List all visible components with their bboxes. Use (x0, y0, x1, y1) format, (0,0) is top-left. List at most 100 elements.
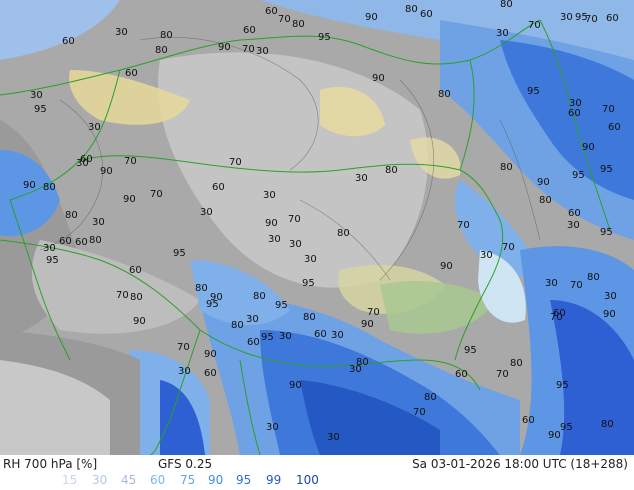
contour-label: 80 (292, 19, 305, 30)
contour-label: 80 (405, 4, 418, 15)
contour-label: 60 (568, 208, 581, 219)
contour-label: 30 (545, 278, 558, 289)
contour-label: 95 (527, 86, 540, 97)
contour-label: 30 (304, 254, 317, 265)
contour-label: 60 (265, 6, 278, 17)
contour-label: 80 (130, 292, 143, 303)
contour-label: 90 (265, 218, 278, 229)
contour-label: 30 (256, 46, 269, 57)
contour-label: 80 (89, 235, 102, 246)
contour-label: 90 (289, 380, 302, 391)
contour-label: 80 (160, 30, 173, 41)
contour-label: 80 (587, 272, 600, 283)
contour-label: 60 (247, 337, 260, 348)
contour-label: 60 (608, 122, 621, 133)
contour-label: 30 (246, 314, 259, 325)
contour-label: 95 (173, 248, 186, 259)
contour-label: 90 (365, 12, 378, 23)
contour-label: 60 (243, 25, 256, 36)
contour-label: 95 (302, 278, 315, 289)
contour-label: 80 (337, 228, 350, 239)
contour-label: 90 (204, 349, 217, 360)
contour-label: 70 (124, 156, 137, 167)
contour-label: 90 (133, 316, 146, 327)
contour-label: 30 (496, 28, 509, 39)
contour-label: 95 (556, 380, 569, 391)
valid-time: Sa 03-01-2026 18:00 UTC (18+288) (412, 457, 628, 471)
contour-label: 90 (361, 319, 374, 330)
contour-label: 90 (548, 430, 561, 441)
contour-label: 30 (567, 220, 580, 231)
contour-label: 70 (278, 14, 291, 25)
contour-label: 60 (125, 68, 138, 79)
contour-label: 70 (496, 369, 509, 380)
contour-label: 95 (275, 300, 288, 311)
contour-label: 80 (253, 291, 266, 302)
contour-label: 60 (606, 13, 619, 24)
contour-label: 30 (268, 234, 281, 245)
contour-label: 95 (560, 422, 573, 433)
contour-label: 30 (266, 422, 279, 433)
contour-label: 30 (327, 432, 340, 443)
legend-item: 45 (121, 473, 137, 487)
contour-label: 70 (116, 290, 129, 301)
contour-label: 30 (76, 158, 89, 169)
contour-label: 30 (331, 330, 344, 341)
contour-label: 60 (204, 368, 217, 379)
contour-label: 80 (43, 182, 56, 193)
contour-label: 95 (34, 104, 47, 115)
contour-label: 30 (349, 364, 362, 375)
map-title: RH 700 hPa [%] (3, 457, 98, 471)
contour-label: 30 (263, 190, 276, 201)
rh-map-svg: 6070 809080 609560306080 90 70 3080708030 9570… (0, 0, 634, 455)
map-footer: RH 700 hPa [%] GFS 0.25 Sa 03-01-2026 18… (0, 455, 634, 490)
contour-label: 60 (212, 182, 225, 193)
contour-label: 60 (59, 236, 72, 247)
contour-label: 90 (372, 73, 385, 84)
contour-label: 80 (539, 195, 552, 206)
contour-label: 30 (88, 122, 101, 133)
contour-label: 95 (464, 345, 477, 356)
contour-label: 95 (318, 32, 331, 43)
contour-label: 90 (123, 194, 136, 205)
contour-label: 30 (289, 239, 302, 250)
contour-label: 80 (438, 89, 451, 100)
contour-label: 90 (23, 180, 36, 191)
contour-label: 70 (585, 14, 598, 25)
contour-label: 60 (314, 329, 327, 340)
contour-label: 30 (43, 243, 56, 254)
contour-label: 80 (385, 165, 398, 176)
contour-label: 30 (92, 217, 105, 228)
contour-label: 70 (602, 104, 615, 115)
contour-label: 80 (155, 45, 168, 56)
contour-label: 30 (480, 250, 493, 261)
legend-item: 100 (296, 473, 319, 487)
weather-map: 60 70 80 90 80 60 95 60 30 60 80 90 70 30 80 70 80 30 95 70… (0, 0, 634, 455)
contour-label: 95 (600, 227, 613, 238)
contour-label: 30 (355, 173, 368, 184)
contour-label: 70 (150, 189, 163, 200)
contour-label: 95 (206, 299, 219, 310)
contour-label: 30 (560, 12, 573, 23)
contour-label: 60 (62, 36, 75, 47)
legend-item: 60 (150, 473, 166, 487)
contour-label: 90 (100, 166, 113, 177)
contour-label: 30 (604, 291, 617, 302)
legend-item: 90 (208, 473, 224, 487)
contour-label: 30 (200, 207, 213, 218)
legend-item: 95 (236, 473, 252, 487)
contour-label: 80 (303, 312, 316, 323)
contour-label: 60 (455, 369, 468, 380)
contour-label: 80 (424, 392, 437, 403)
contour-label: 70 (229, 157, 242, 168)
contour-label: 60 (129, 265, 142, 276)
contour-label: 95 (46, 255, 59, 266)
contour-label: 70 (177, 342, 190, 353)
contour-label: 80 (195, 283, 208, 294)
model-name: GFS 0.25 (158, 457, 213, 471)
contour-label: 90 (218, 42, 231, 53)
contour-label: 70 (570, 280, 583, 291)
contour-label: 95 (572, 170, 585, 181)
contour-label: 60 (75, 237, 88, 248)
contour-label: 60 (522, 415, 535, 426)
